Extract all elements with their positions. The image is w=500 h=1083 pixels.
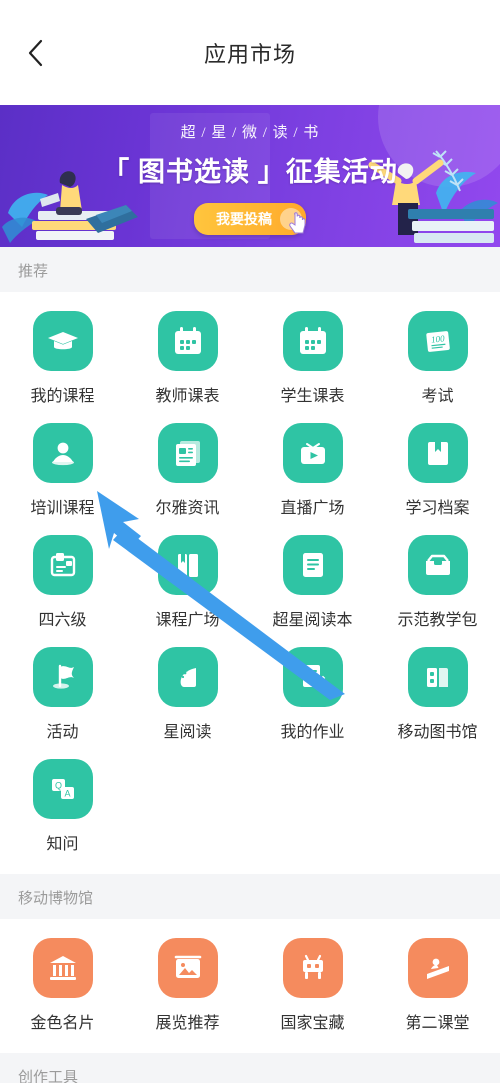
- app-label: 我的课程: [30, 388, 95, 405]
- app-label: 我的作业: [280, 724, 345, 741]
- app-tile-chaoxing-reader[interactable]: 超星阅读本: [250, 524, 375, 636]
- app-tile-student-schedule[interactable]: 学生课表: [250, 300, 375, 412]
- app-tile-star-reading[interactable]: 星阅读: [125, 636, 250, 748]
- exam-card-icon: [32, 535, 93, 595]
- picture-frame-icon: [157, 938, 218, 998]
- app-tile-my-homework[interactable]: 我的作业: [250, 636, 375, 748]
- ereader-tablet-icon: [282, 535, 343, 595]
- lectern-icon: [407, 938, 468, 998]
- qa-bubbles-icon: Q A: [32, 759, 93, 819]
- museum-building-icon: [32, 938, 93, 998]
- app-label: 课程广场: [155, 612, 220, 629]
- bookmark-book-icon: [407, 423, 468, 483]
- app-tile-second-classroom[interactable]: 第二课堂: [375, 927, 500, 1039]
- app-tile-zhiwen[interactable]: Q A 知问: [0, 748, 125, 860]
- person-training-icon: [32, 423, 93, 483]
- app-tile-exam[interactable]: 100 考试: [375, 300, 500, 412]
- book-bookmark-icon: [157, 535, 218, 595]
- submit-entry-button[interactable]: 我要投稿: [194, 203, 306, 235]
- calendar-icon: [282, 311, 343, 371]
- banner-subtitle: 超 / 星 / 微 / 读 / 书: [180, 125, 320, 141]
- library-bars-icon: [407, 647, 468, 707]
- section-header-recommended: 推荐: [0, 247, 500, 292]
- app-tile-study-archive[interactable]: 学习档案: [375, 412, 500, 524]
- app-tile-golden-card[interactable]: 金色名片: [0, 927, 125, 1039]
- app-label: 直播广场: [280, 500, 345, 517]
- section-header-museum: 移动博物馆: [0, 874, 500, 919]
- back-button[interactable]: [14, 31, 58, 75]
- page-title: 应用市场: [203, 41, 296, 67]
- section-header-creation-tools: 创作工具: [0, 1053, 500, 1083]
- news-article-icon: [157, 423, 218, 483]
- open-box-icon: [407, 535, 468, 595]
- app-market-screen: 应用市场 超 / 星 / 微 / 读 / 书 「 图书选读 」征集活动 我要投稿…: [0, 0, 500, 1083]
- app-label: 尔雅资讯: [155, 500, 220, 517]
- app-label: 超星阅读本: [272, 612, 353, 629]
- calendar-icon: [157, 311, 218, 371]
- app-label: 移动图书馆: [397, 724, 478, 741]
- app-label: 金色名片: [30, 1015, 95, 1032]
- banner-button-label: 我要投稿: [216, 211, 272, 227]
- app-tile-teaching-pack[interactable]: 示范教学包: [375, 524, 500, 636]
- score-100-paper-icon: 100: [407, 311, 468, 371]
- hand-pointer-icon: [289, 212, 306, 234]
- app-label: 国家宝藏: [280, 1015, 345, 1032]
- bronze-vessel-icon: [282, 938, 343, 998]
- app-label: 考试: [421, 388, 454, 405]
- app-label: 学生课表: [280, 388, 345, 405]
- svg-text:100: 100: [430, 333, 445, 344]
- app-tile-activity[interactable]: 活动: [0, 636, 125, 748]
- app-tile-cet[interactable]: 四六级: [0, 524, 125, 636]
- app-tile-mobile-library[interactable]: 移动图书馆: [375, 636, 500, 748]
- app-label: 星阅读: [163, 724, 212, 741]
- app-tile-teacher-schedule[interactable]: 教师课表: [125, 300, 250, 412]
- section-panel-recommended: 我的课程 教师课表 学生课表 100 考试 培训课程 尔雅资讯 直播广场 学习档…: [0, 292, 500, 874]
- leaf-star-icon: [157, 647, 218, 707]
- app-tile-course-square[interactable]: 课程广场: [125, 524, 250, 636]
- graduation-cap-icon: [32, 311, 93, 371]
- app-tile-erya-news[interactable]: 尔雅资讯: [125, 412, 250, 524]
- app-label: 教师课表: [155, 388, 220, 405]
- app-label: 培训课程: [30, 500, 95, 517]
- svg-text:A: A: [64, 789, 70, 799]
- app-label: 活动: [46, 724, 79, 741]
- live-tv-play-icon: [282, 423, 343, 483]
- app-tile-training-courses[interactable]: 培训课程: [0, 412, 125, 524]
- app-grid-museum: 金色名片 展览推荐 国家宝藏 第二课堂: [0, 927, 500, 1039]
- app-label: 展览推荐: [155, 1015, 220, 1032]
- flag-icon: [32, 647, 93, 707]
- banner-title: 「 图书选读 」征集活动: [102, 157, 398, 187]
- svg-text:Q: Q: [54, 781, 61, 791]
- app-tile-my-courses[interactable]: 我的课程: [0, 300, 125, 412]
- section-panel-museum: 金色名片 展览推荐 国家宝藏 第二课堂: [0, 919, 500, 1053]
- document-pencil-icon: [282, 647, 343, 707]
- app-tile-national-treasure[interactable]: 国家宝藏: [250, 927, 375, 1039]
- app-label: 四六级: [38, 612, 87, 629]
- app-label: 第二课堂: [405, 1015, 470, 1032]
- chevron-left-icon: [26, 37, 46, 69]
- promo-banner[interactable]: 超 / 星 / 微 / 读 / 书 「 图书选读 」征集活动 我要投稿: [0, 105, 500, 247]
- app-tile-exhibition[interactable]: 展览推荐: [125, 927, 250, 1039]
- app-label: 学习档案: [405, 500, 470, 517]
- app-grid-recommended: 我的课程 教师课表 学生课表 100 考试 培训课程 尔雅资讯 直播广场 学习档…: [0, 300, 500, 860]
- app-label: 知问: [46, 836, 79, 853]
- app-label: 示范教学包: [397, 612, 478, 629]
- app-tile-live-square[interactable]: 直播广场: [250, 412, 375, 524]
- banner-text-block: 超 / 星 / 微 / 读 / 书 「 图书选读 」征集活动: [0, 121, 500, 189]
- page-header: 应用市场: [0, 0, 500, 105]
